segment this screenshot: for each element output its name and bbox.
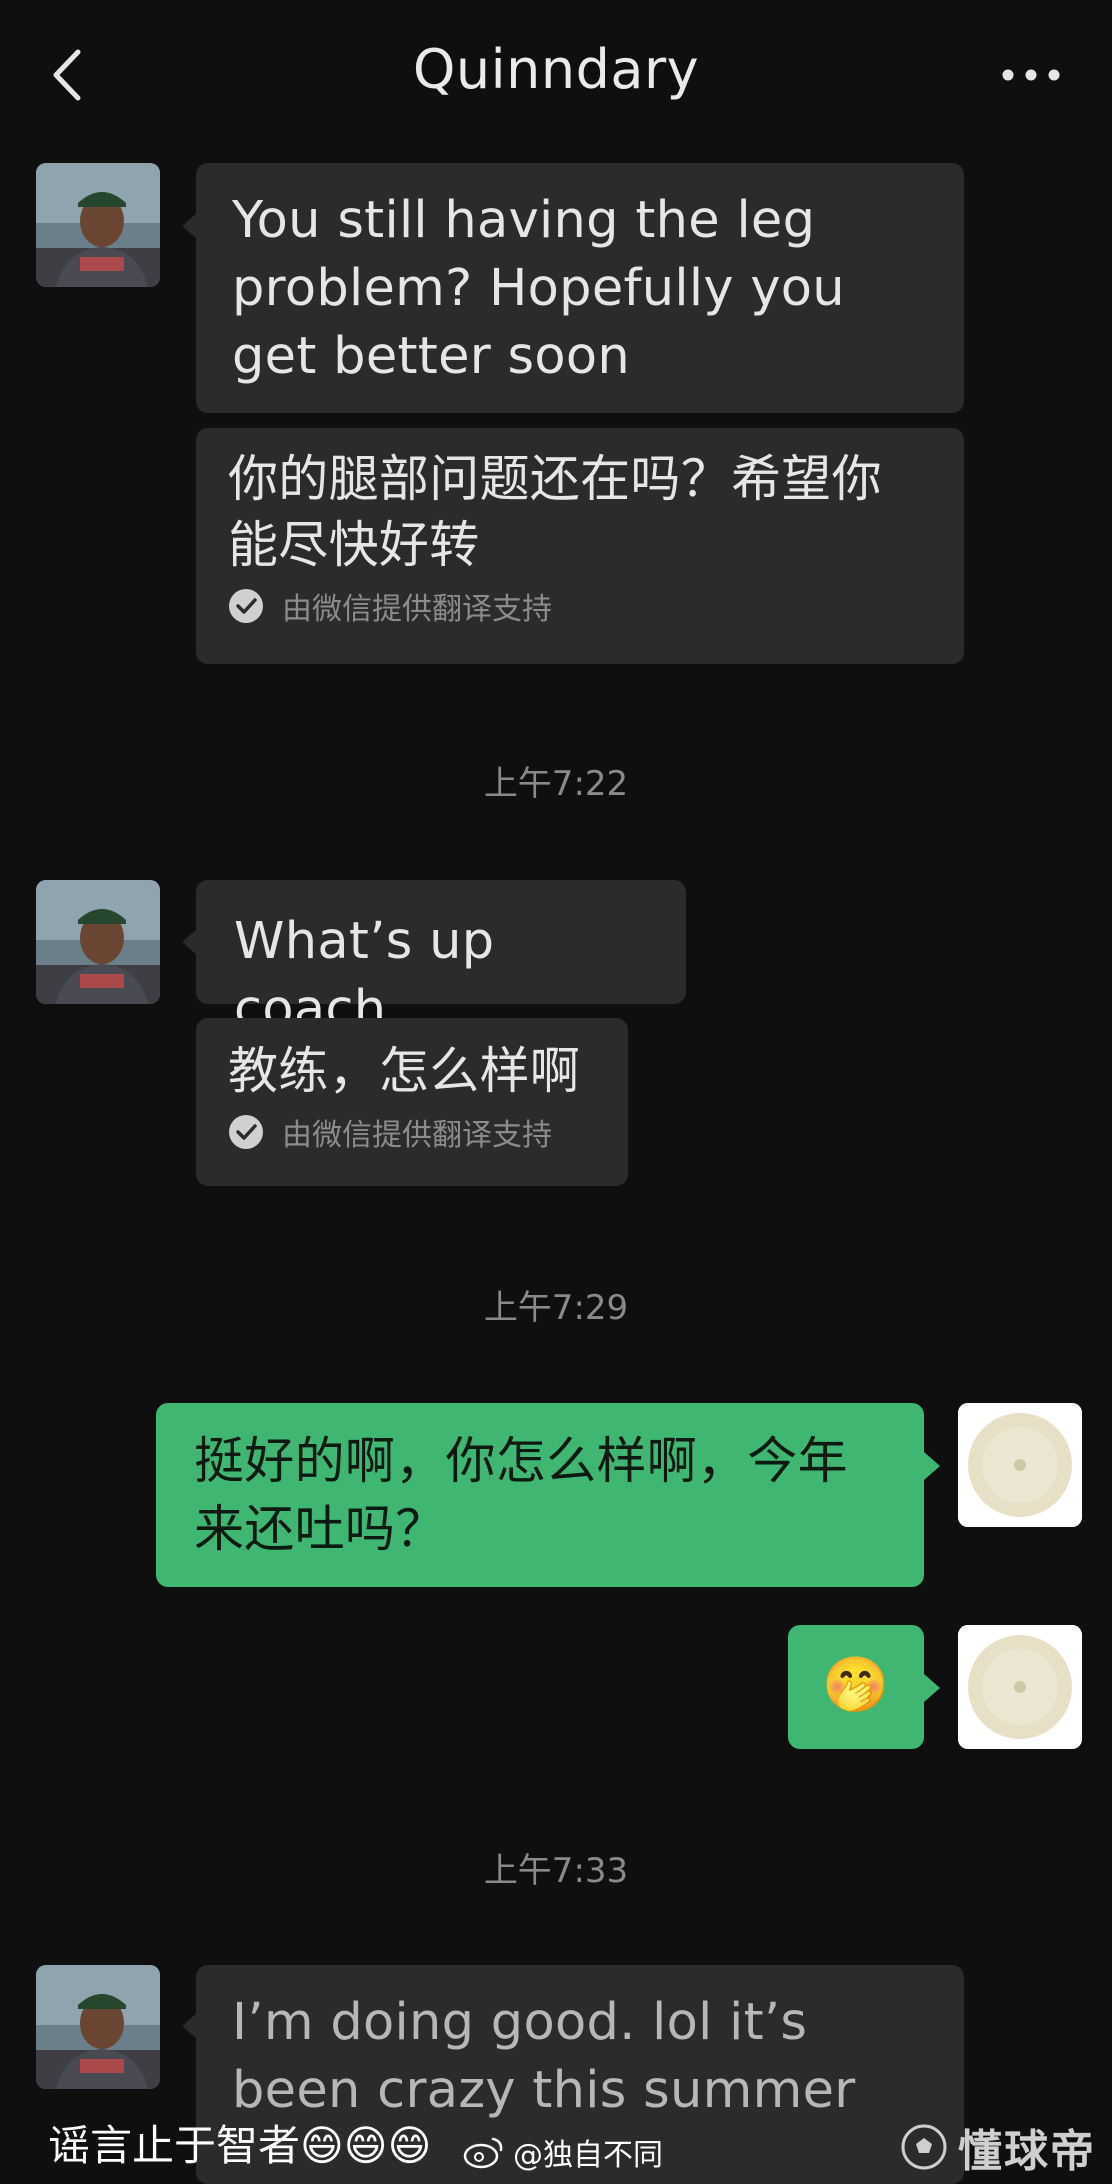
timestamp: 上午7:29 <box>483 1288 629 1328</box>
weibo-handle-text: @独自不同 <box>513 2138 663 2173</box>
soccer-ball-icon <box>901 2124 947 2170</box>
check-circle-icon <box>229 1115 263 1149</box>
check-circle-icon <box>229 589 263 623</box>
timestamp: 上午7:22 <box>483 764 629 804</box>
translation-bubble[interactable]: 教练，怎么样啊 由微信提供翻译支持 <box>196 1018 628 1186</box>
translation-bubble[interactable]: 你的腿部问题还在吗？希望你能尽快好转 由微信提供翻译支持 <box>196 428 964 664</box>
translation-text: 你的腿部问题还在吗？希望你能尽快好转 <box>228 450 882 574</box>
outgoing-message-bubble[interactable]: 挺好的啊，你怎么样啊，今年来还吐吗？ <box>156 1403 924 1587</box>
message-text: 挺好的啊，你怎么样啊，今年来还吐吗？ <box>194 1432 848 1558</box>
more-options-icon[interactable] <box>996 50 1066 100</box>
translation-note: 由微信提供翻译支持 <box>282 1118 552 1153</box>
contact-avatar[interactable] <box>36 1965 160 2089</box>
overlay-caption: 谣言止于智者😄😄😄 <box>48 2121 432 2170</box>
contact-avatar[interactable] <box>36 163 160 287</box>
emoji-hand-over-mouth: 🤭 <box>822 1653 890 1716</box>
weibo-handle: @独自不同 <box>463 2130 663 2174</box>
weibo-icon <box>463 2137 503 2169</box>
watermark: 懂球帝 <box>900 2115 1096 2179</box>
self-avatar[interactable] <box>958 1625 1082 1749</box>
translation-note: 由微信提供翻译支持 <box>282 592 552 627</box>
translation-text: 教练，怎么样啊 <box>228 1042 581 1100</box>
outgoing-message-bubble[interactable]: 🤭 <box>788 1625 924 1749</box>
incoming-message-bubble[interactable]: You still having the leg problem? Hopefu… <box>196 163 964 413</box>
chat-title: Quinndary <box>412 38 700 101</box>
message-text: You still having the leg problem? Hopefu… <box>232 191 845 386</box>
message-text: I’m doing good. lol it’s been crazy this… <box>232 1993 856 2120</box>
incoming-message-bubble[interactable]: What’s up coach <box>196 880 686 1039</box>
self-avatar[interactable] <box>958 1403 1082 1527</box>
contact-avatar[interactable] <box>36 880 160 1004</box>
bubble-tail <box>924 1674 940 1702</box>
timestamp: 上午7:33 <box>483 1851 629 1891</box>
bubble-tail <box>924 1452 940 1480</box>
watermark-text: 懂球帝 <box>958 2126 1096 2177</box>
